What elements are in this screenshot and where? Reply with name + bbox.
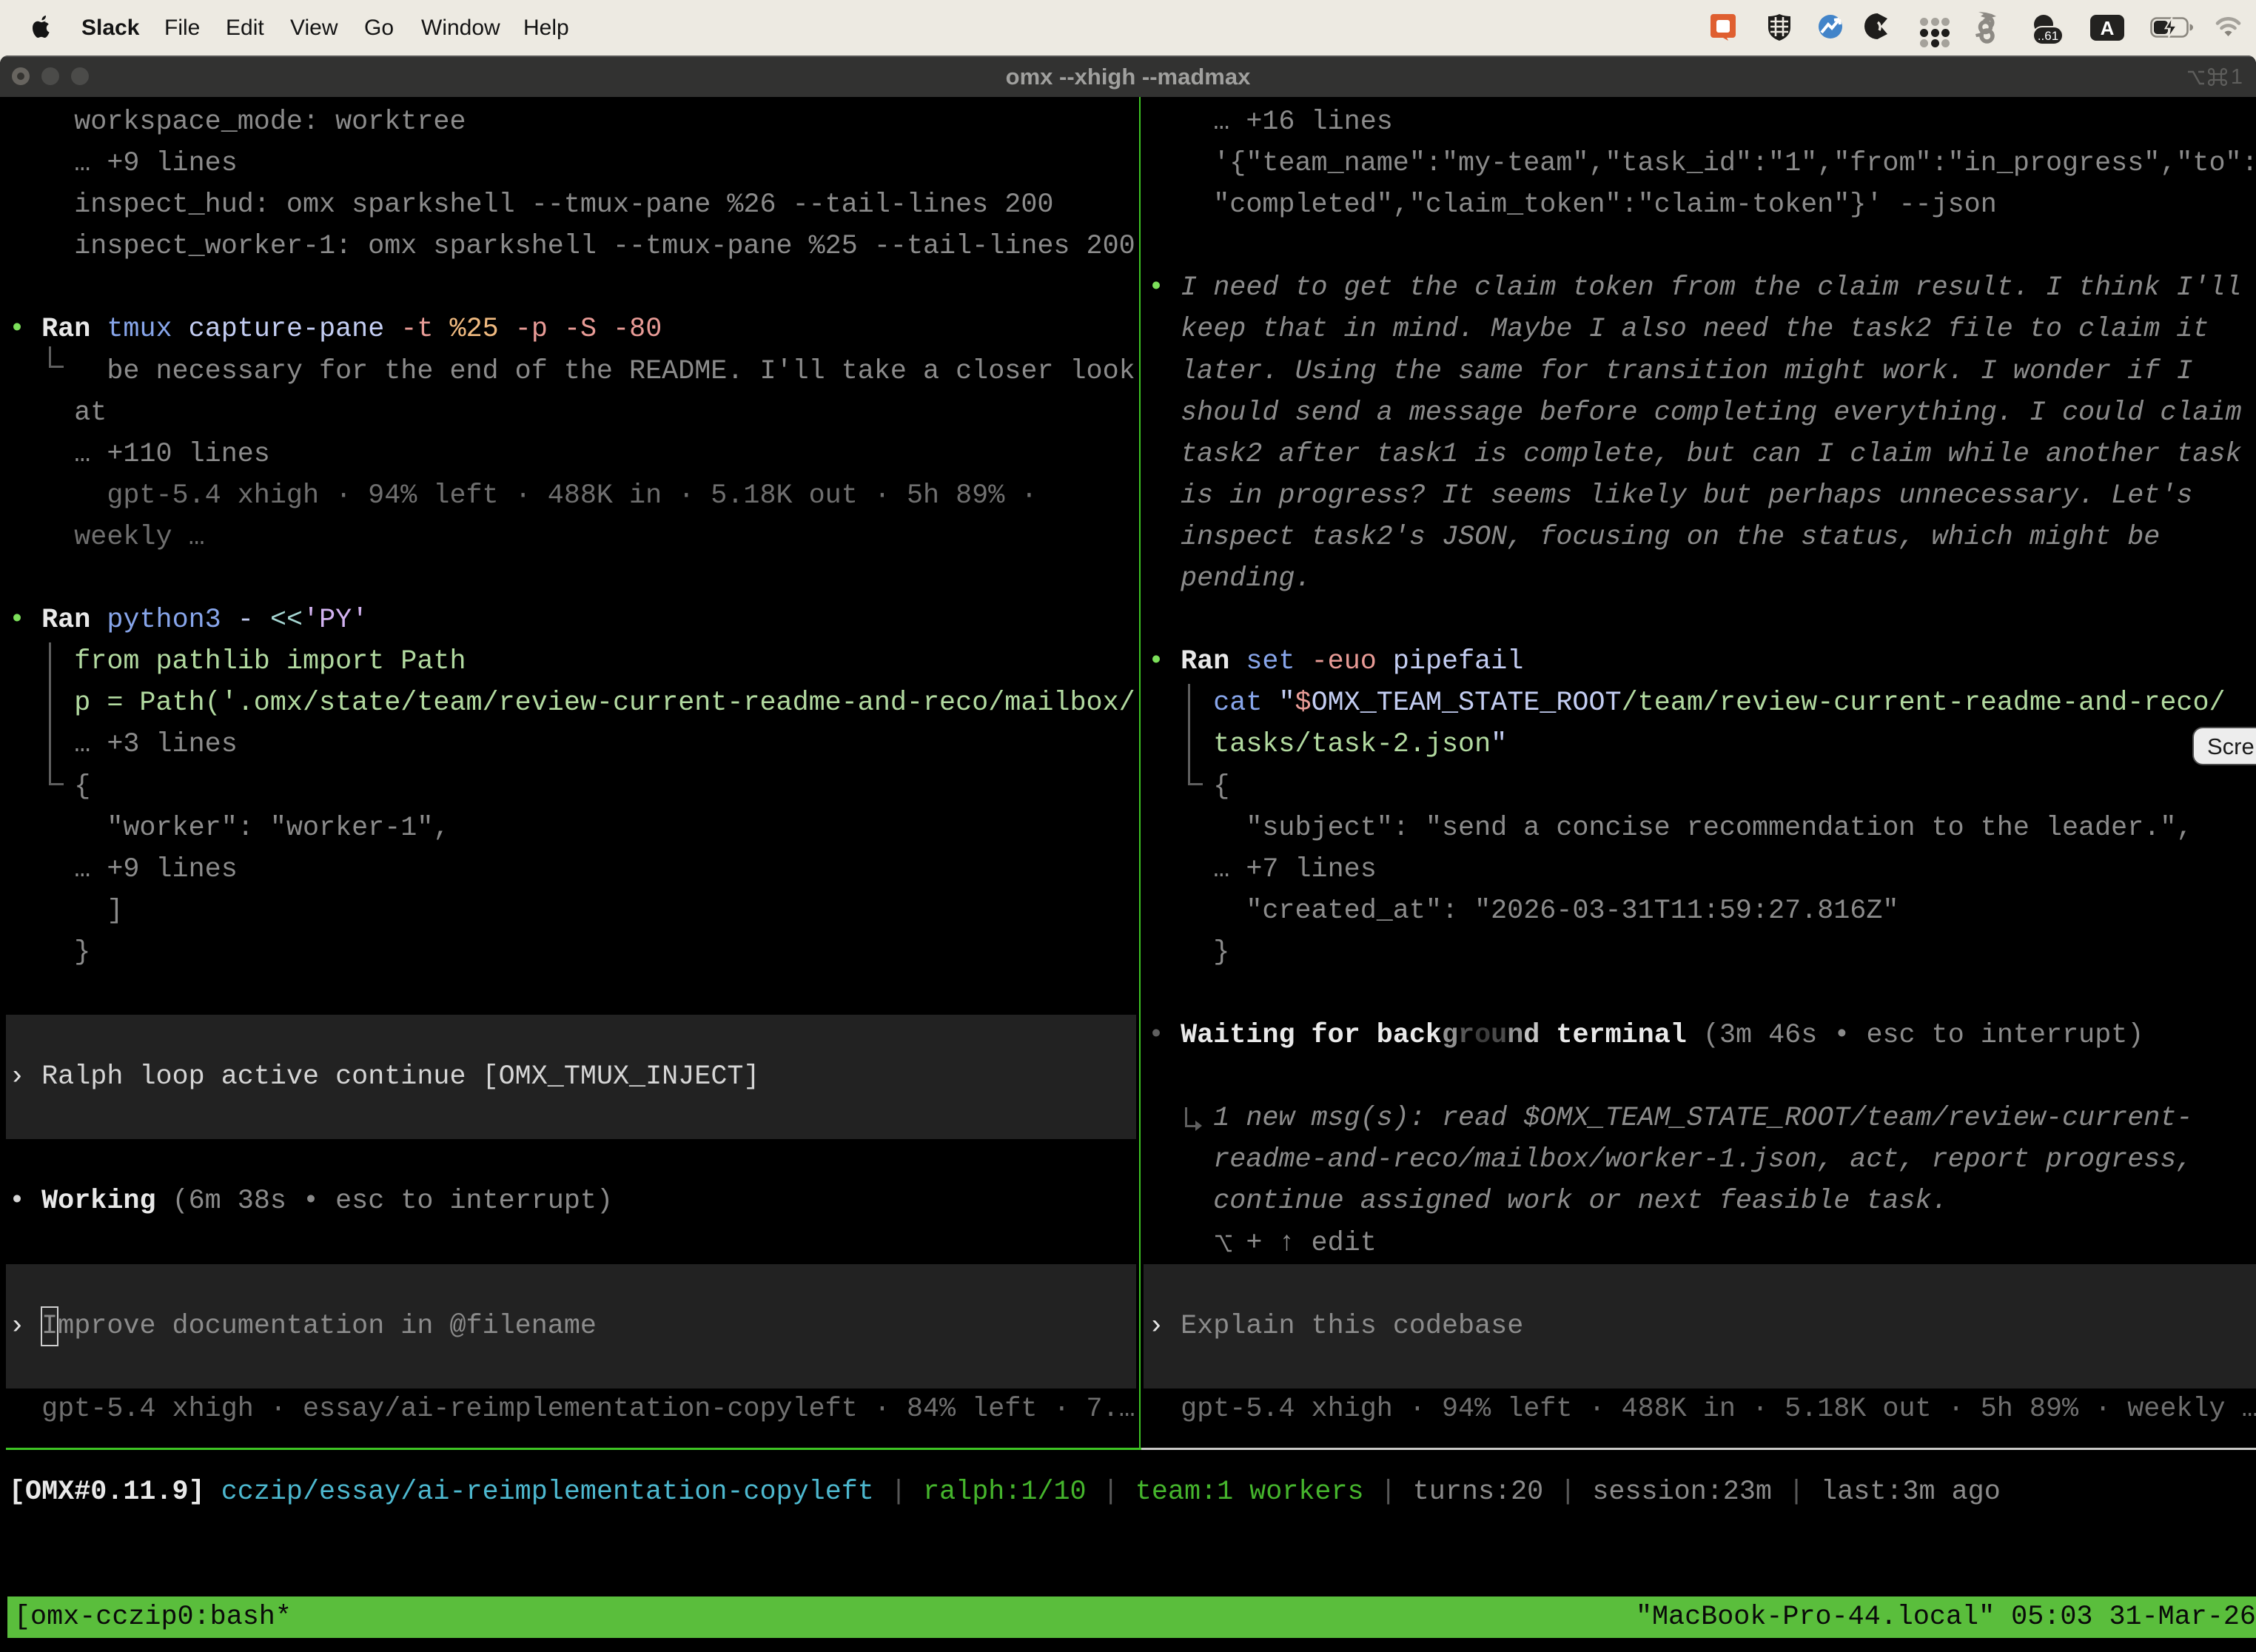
svg-text:..61: ..61: [2038, 29, 2058, 43]
